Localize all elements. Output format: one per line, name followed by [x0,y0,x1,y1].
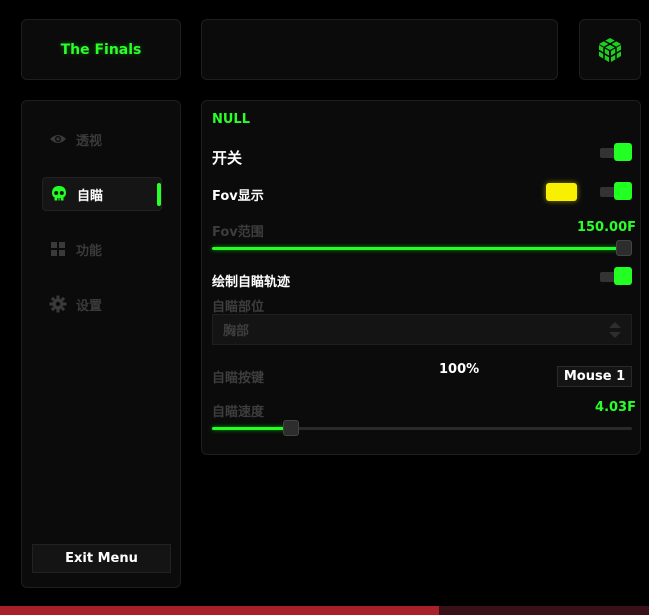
sidebar-item-settings[interactable]: 设置 [42,287,162,321]
sidebar-item-misc[interactable]: 功能 [42,232,162,266]
aim-key-percent: 100% [439,362,480,377]
aim-key-label: 自瞄按键 [212,371,265,386]
logo-panel [579,19,641,80]
eye-icon [49,130,67,148]
grid-icon [49,240,67,258]
skull-icon [50,185,68,203]
app-window: The Finals 透视 自瞄 功能 设置 Exit Menu NULL 开关… [0,0,649,608]
slider-thumb[interactable] [283,420,299,436]
sidebar-item-label: 自瞄 [77,188,104,204]
toggle-knob [614,143,632,161]
slider-fill [212,427,291,430]
sidebar-item-esp[interactable]: 透视 [42,122,162,156]
sidebar-item-label: 功能 [76,243,103,259]
header-panel [201,19,558,80]
aim-speed-slider[interactable] [212,420,632,438]
section-title: NULL [212,112,251,127]
toggle-knob [614,267,632,285]
fov-range-label: Fov范围 [212,225,264,240]
app-title: The Finals [60,41,142,58]
fov-range-value: 150.00F [576,220,636,235]
updown-arrows-icon [608,321,622,343]
exit-menu-button[interactable]: Exit Menu [32,544,171,573]
sidebar-item-aimbot[interactable]: 自瞄 [42,177,162,211]
window-bottom-border [0,606,649,615]
aim-speed-label: 自瞄速度 [212,405,265,420]
draw-track-label: 绘制自瞄轨迹 [212,275,291,290]
fov-range-slider[interactable] [212,240,632,258]
background-shadow [439,606,649,615]
toggle-knob [614,182,632,200]
aim-speed-value: 4.03F [595,400,636,415]
cube-logo-icon [598,37,622,62]
fov-display-toggle[interactable] [600,182,632,201]
fov-display-label: Fov显示 [212,189,264,204]
draw-track-toggle[interactable] [600,267,632,286]
fov-color-swatch[interactable] [546,183,577,201]
aim-key-button[interactable]: Mouse 1 [557,366,632,387]
aim-part-value: 胸部 [223,324,250,339]
active-indicator [157,183,161,206]
aimbot-panel: NULL 开关 Fov显示 Fov范围 150.00F 绘制自瞄轨迹 自瞄部位 … [201,100,641,455]
sidebar-item-label: 透视 [76,133,103,149]
aim-part-label: 自瞄部位 [212,300,265,315]
sidebar: 透视 自瞄 功能 设置 Exit Menu [21,100,181,588]
aim-part-select[interactable]: 胸部 [212,314,632,345]
gear-icon [49,295,67,313]
slider-fill [212,247,624,250]
sidebar-item-label: 设置 [76,298,103,314]
slider-thumb[interactable] [616,240,632,256]
title-panel: The Finals [21,19,181,80]
master-toggle[interactable] [600,143,632,162]
master-toggle-label: 开关 [212,149,243,167]
